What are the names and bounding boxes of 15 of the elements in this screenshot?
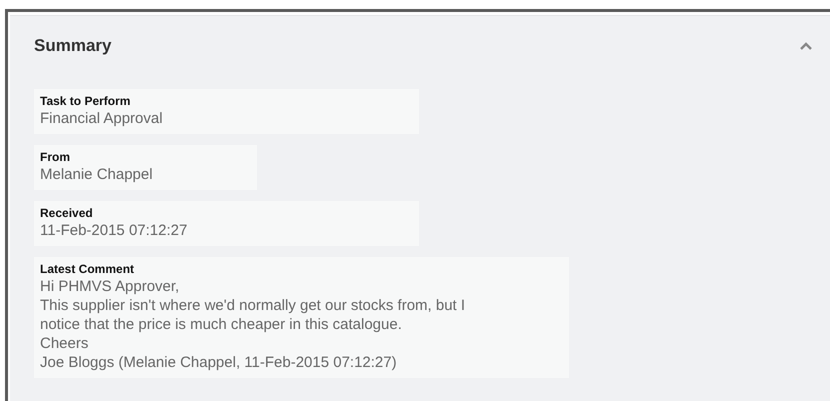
field-label: From xyxy=(40,149,71,165)
chevron-icon xyxy=(800,42,812,50)
field-label: Latest Comment xyxy=(40,261,136,277)
field-value: Cheers xyxy=(40,334,90,353)
panel-title: Summary xyxy=(34,36,112,56)
field-value: Financial Approval xyxy=(40,109,164,128)
collapse-button[interactable] xyxy=(798,40,814,52)
field-value: Melanie Chappel xyxy=(40,165,154,184)
field-label: Task to Perform xyxy=(40,93,132,109)
field-value: 11-Feb-2015 07:12:27 xyxy=(40,221,188,240)
field-value: This supplier isn't where we'd normally get our stocks from, but I xyxy=(40,296,466,315)
field-value: Hi PHMVS Approver, xyxy=(40,277,180,296)
field-value: Joe Bloggs (Melanie Chappel, 11-Feb-2015 07:12:27) xyxy=(40,353,398,372)
field-label: Received xyxy=(40,205,94,221)
field-value: notice that the price is much cheaper in this catalogue. xyxy=(40,315,403,334)
